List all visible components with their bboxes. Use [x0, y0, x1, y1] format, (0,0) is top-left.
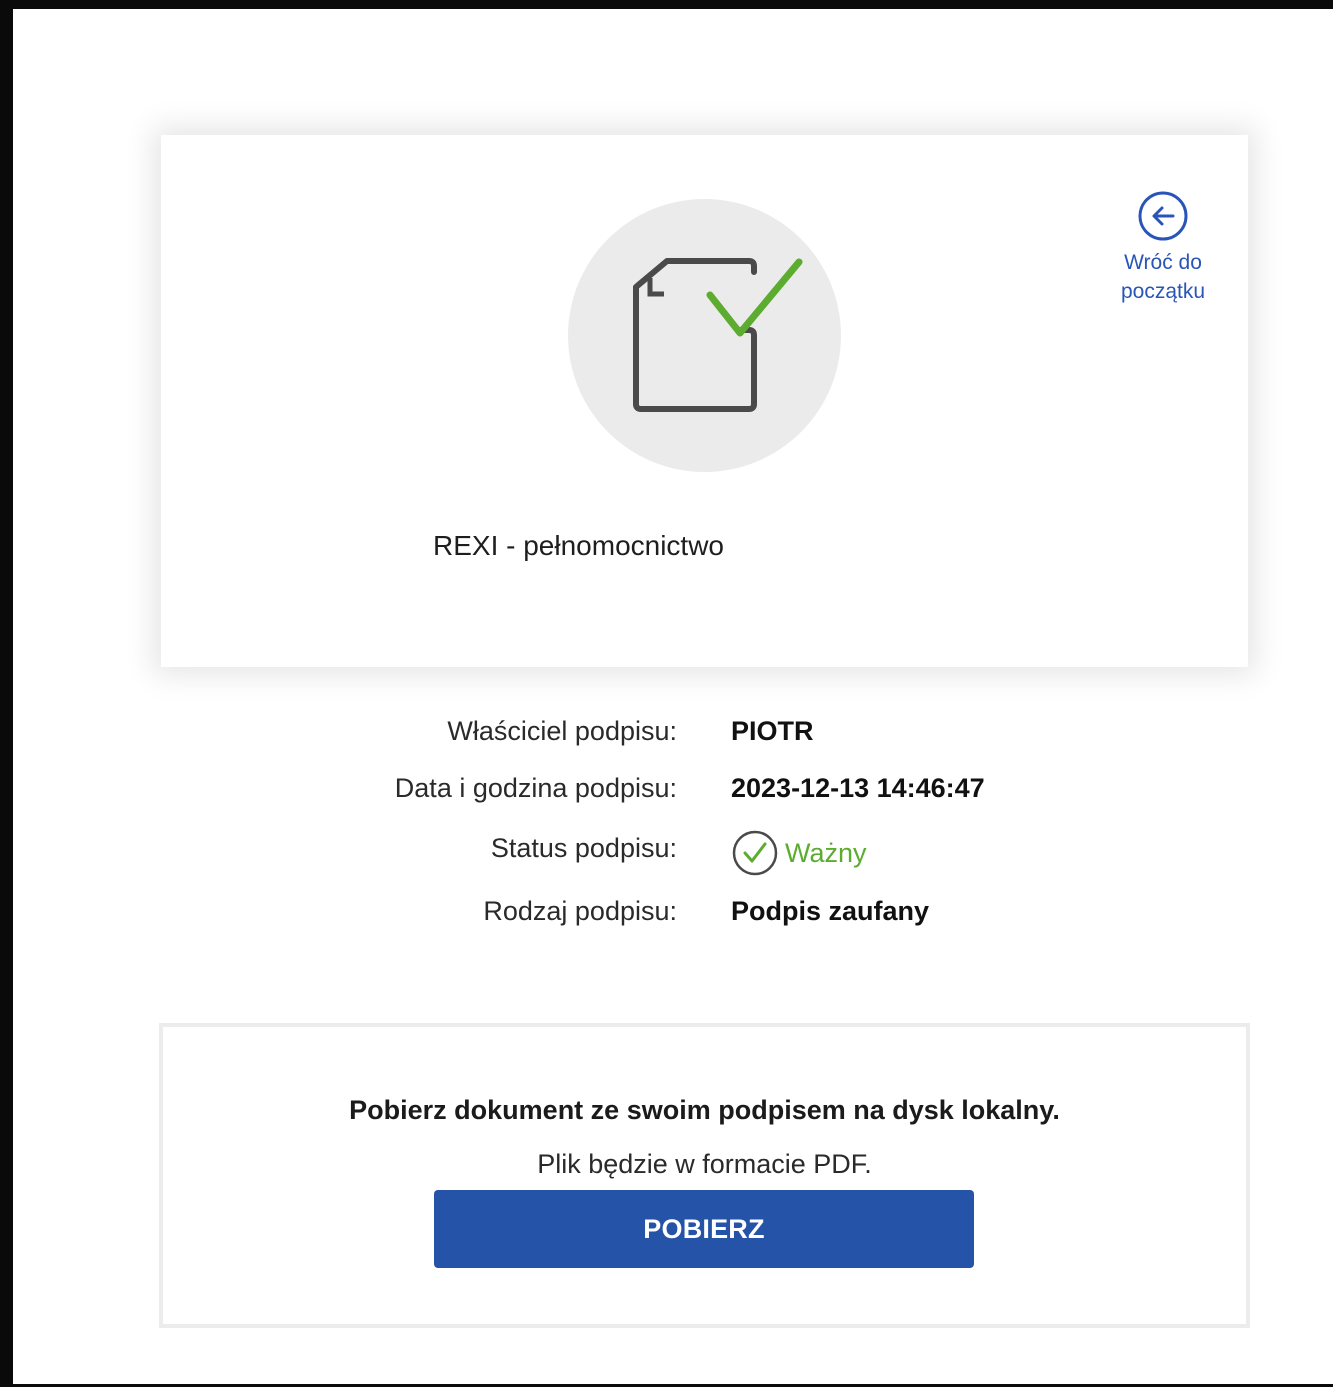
status-value: Ważny: [731, 829, 867, 877]
datetime-value: 2023-12-13 14:46:47: [731, 773, 985, 803]
back-to-start-link[interactable]: Wróć do początku: [1096, 190, 1230, 306]
type-row: Rodzaj podpisu: Podpis zaufany: [0, 896, 1333, 936]
download-title: Pobierz dokument ze swoim podpisem na dy…: [349, 1095, 1060, 1125]
check-circle-icon: [732, 830, 778, 876]
status-row: Status podpisu: Ważny: [0, 830, 1333, 876]
status-label: Status podpisu:: [490, 833, 677, 863]
owner-value: PIOTR: [731, 716, 814, 746]
download-button[interactable]: POBIERZ: [434, 1190, 974, 1268]
download-panel: Pobierz dokument ze swoim podpisem na dy…: [159, 1023, 1250, 1328]
datetime-row: Data i godzina podpisu: 2023-12-13 14:46…: [0, 773, 1333, 813]
type-value: Podpis zaufany: [731, 896, 930, 926]
download-subtitle: Plik będzie w formacie PDF.: [537, 1149, 872, 1179]
owner-row: Właściciel podpisu: PIOTR: [0, 716, 1333, 756]
back-link-label-line2: początku: [1120, 280, 1206, 303]
owner-label: Właściciel podpisu:: [447, 716, 677, 746]
document-check-icon: [568, 199, 841, 472]
document-name: REXI - pełnomocnictwo: [433, 530, 725, 561]
type-label: Rodzaj podpisu:: [483, 896, 677, 926]
document-card: Wróć do początku REXI - pełnomocnictwo: [161, 135, 1248, 667]
arrow-left-circle-icon: [1138, 191, 1188, 241]
status-text: Ważny: [785, 837, 867, 868]
datetime-label: Data i godzina podpisu:: [394, 773, 677, 803]
back-link-label-line1: Wróć do: [1124, 251, 1202, 274]
